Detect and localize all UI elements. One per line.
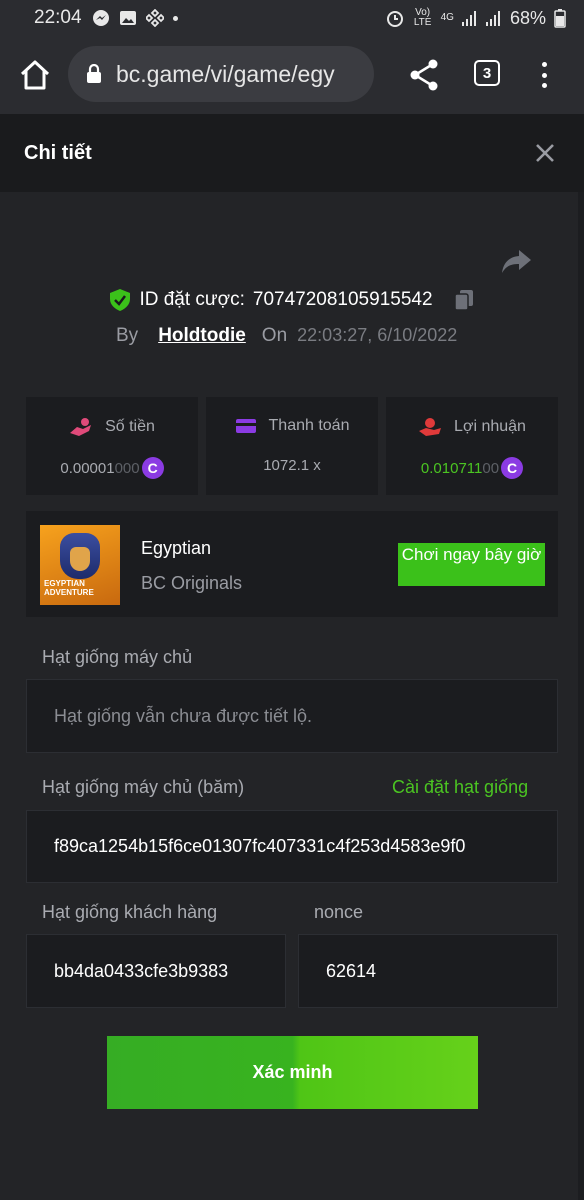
play-now-button[interactable]: Chơi ngay bây giờ [398,543,545,586]
game-card: EGYPTIAN ADVENTURE Egyptian BC Originals… [26,511,558,617]
card-icon [235,419,256,433]
game-name: Egyptian [141,538,212,558]
stat-amount-value-dim: 000 [114,459,140,477]
stat-profit-label: Lợi nhuận [454,418,526,435]
server-seed-field[interactable]: Hạt giống vẫn chưa được tiết lộ. [26,679,558,753]
stat-amount-value: 0.00001 [60,459,115,477]
signal-icon-2 [485,11,500,26]
client-seed-label: Hạt giống khách hàng [42,902,218,922]
hand-coins-icon [70,418,92,436]
stat-payout: Thanh toán 1072.1 x [206,397,378,495]
server-hash-label: Hạt giống máy chủ (băm) [42,777,245,797]
messenger-icon [92,10,109,26]
status-bar: 22:04 Vo) LTE 4G 68% [0,0,584,36]
on-label: On [261,325,288,346]
verify-button[interactable]: Xác minh [107,1036,478,1109]
signal-icon [461,11,476,26]
gallery-icon [119,11,136,25]
copy-icon[interactable] [453,289,475,311]
share-icon[interactable] [408,58,440,92]
battery-percent: 68% [509,7,546,28]
address-bar[interactable]: bc.game/vi/game/egy [68,46,374,102]
nonce-label: nonce [314,902,364,922]
stat-amount: Số tiền 0.00001 000 C [26,397,198,495]
binance-icon [145,9,164,27]
stat-payout-label: Thanh toán [268,417,350,434]
game-thumbnail[interactable]: EGYPTIAN ADVENTURE [40,525,120,605]
game-thumbnail-text: EGYPTIAN ADVENTURE [44,579,94,597]
stat-profit: Lợi nhuận 0.010711 00 C [386,397,558,495]
lock-icon [87,64,101,83]
alarm-icon [386,11,403,27]
stat-profit-value-dim: 00 [482,459,500,477]
modal-header: Chi tiết [0,114,584,192]
stat-profit-value: 0.010711 [420,459,483,477]
by-label: By [116,325,139,346]
bet-meta-row: By Holdtodie On 22:03:27, 6/10/2022 [116,325,457,347]
status-time: 22:04 [34,7,82,28]
network-indicator: 4G [440,12,454,23]
browser-toolbar: bc.game/vi/game/egy 3 [0,36,584,114]
scrollbar[interactable] [578,192,584,1200]
bet-datetime: 22:03:27, 6/10/2022 [297,325,458,345]
tab-switcher-button[interactable]: 3 [474,60,500,86]
shield-check-icon [110,289,131,311]
bet-id-row: ID đặt cược: 70747208105915542 [0,288,584,312]
battery-icon [554,9,566,28]
coin-icon: C [501,457,524,479]
coin-icon: C [141,457,164,479]
modal-title: Chi tiết [24,142,92,164]
notification-dot-icon [172,15,178,21]
overflow-menu-icon[interactable] [534,60,554,90]
client-seed-field[interactable]: bb4da0433cfe3b9383 [26,934,286,1008]
nonce-field[interactable]: 62614 [298,934,558,1008]
seed-settings-link[interactable]: Cài đặt hạt giống [392,777,528,798]
bet-id-label: ID đặt cược: [139,289,245,310]
profit-icon [419,418,442,436]
close-icon[interactable] [534,142,556,164]
bet-id-value: 70747208105915542 [252,289,433,310]
game-provider: BC Originals [141,573,243,593]
volte-indicator: Vo) LTE [413,7,432,28]
server-seed-label: Hạt giống máy chủ [42,647,193,667]
url-text: bc.game/vi/game/egy [116,60,335,87]
username-link[interactable]: Holdtodie [158,325,246,347]
stat-payout-value: 1072.1 x [263,457,321,474]
stat-amount-label: Số tiền [105,418,155,435]
home-icon[interactable] [18,58,52,92]
share-arrow-icon[interactable] [500,248,532,276]
server-hash-field[interactable]: f89ca1254b15f6ce01307fc407331c4f253d4583… [26,810,558,883]
